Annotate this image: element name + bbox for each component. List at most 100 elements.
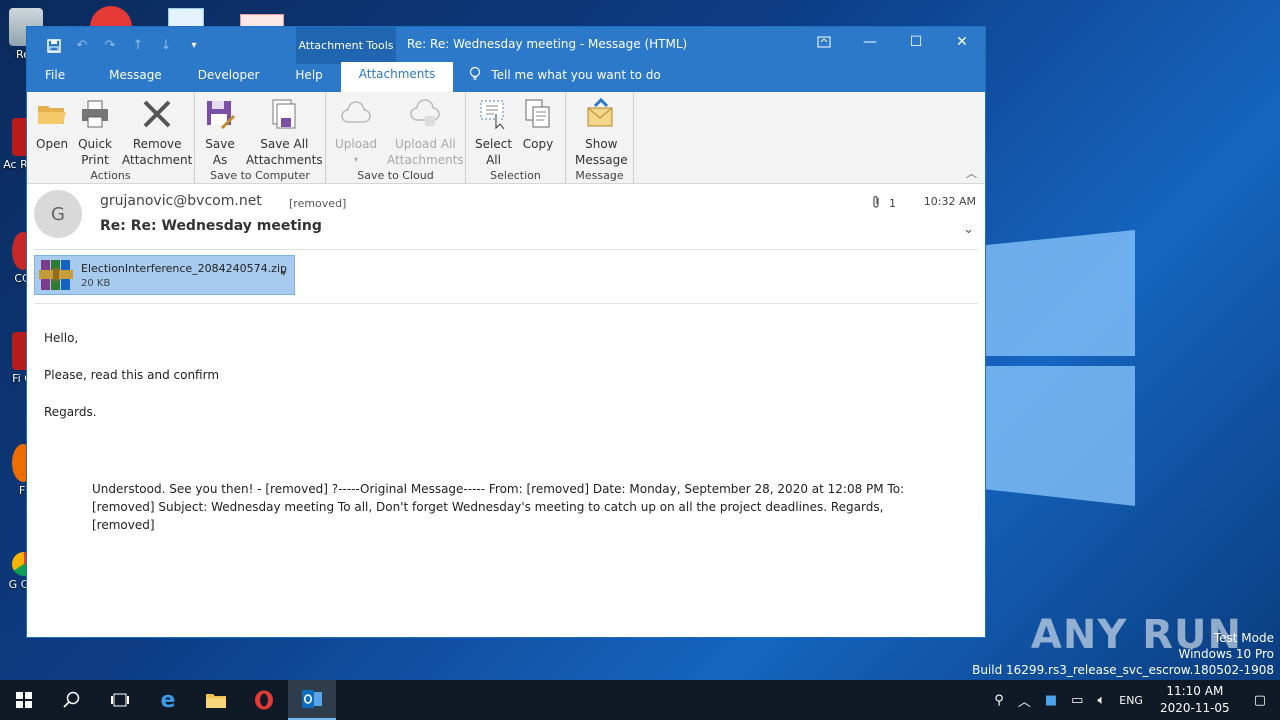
quick-print-button[interactable]: Quick Print <box>73 96 117 168</box>
opera-icon[interactable] <box>240 680 288 720</box>
clock-date: 2020-11-05 <box>1159 701 1230 715</box>
avatar: G <box>34 190 82 238</box>
cloud-upload-icon <box>340 98 372 130</box>
save-as-icon <box>204 98 236 130</box>
paperclip-icon <box>871 195 881 212</box>
open-label: Open <box>36 137 69 151</box>
ribbon-tabs: File Message Developer Help Attachments … <box>27 62 985 92</box>
show-message-icon <box>585 97 617 130</box>
save-all-attachments-button[interactable]: Save All Attachments <box>241 96 328 168</box>
maximize-button[interactable]: ☐ <box>893 27 939 57</box>
group-label-message: Message <box>575 169 624 182</box>
tab-developer[interactable]: Developer <box>180 64 278 92</box>
edge-icon[interactable]: e <box>144 680 192 720</box>
body-line: Please, read this and confirm <box>44 368 220 382</box>
group-actions: Open Quick Print Remove Attachment Actio… <box>27 92 195 183</box>
upload-label: Upload <box>335 137 378 151</box>
customize-qat-icon[interactable]: ▾ <box>185 37 203 55</box>
open-button[interactable]: Open <box>31 96 73 168</box>
windows-start-icon <box>16 692 32 708</box>
desktop-top-icon-opera[interactable] <box>90 6 132 28</box>
select-all-icon <box>478 98 510 130</box>
copy-label: Copy <box>522 137 554 151</box>
test-mode-text: Test Mode Windows 10 Pro Build 16299.rs3… <box>972 630 1274 678</box>
minimize-button[interactable]: — <box>847 27 893 57</box>
tell-me-search[interactable]: Tell me what you want to do <box>453 64 678 92</box>
action-center-icon[interactable]: ▢ <box>1240 693 1280 708</box>
upload-all-attachments-button[interactable]: Upload All Attachments <box>382 96 469 168</box>
folder-open-icon <box>36 98 68 130</box>
attachment-name: ElectionInterference_2084240574.zip <box>81 261 287 275</box>
test-mode-line: Test Mode <box>1213 631 1274 645</box>
outlook-taskbar-icon[interactable] <box>288 680 336 720</box>
ribbon-display-options-icon[interactable] <box>801 27 847 57</box>
group-label-save-to-cloud: Save to Cloud <box>357 169 434 182</box>
tab-message[interactable]: Message <box>83 64 180 92</box>
save-as-button[interactable]: Save As <box>199 96 241 168</box>
search-icon[interactable] <box>48 680 96 720</box>
body-line: Hello, <box>44 331 79 345</box>
title-bar: ↶ ↷ ↑ ↓ ▾ Attachment Tools Re: Re: Wedne… <box>27 27 985 64</box>
volume-icon[interactable]: 🔈︎ <box>1090 693 1112 708</box>
attachment-item[interactable]: ElectionInterference_2084240574.zip 20 K… <box>34 255 295 295</box>
desktop-top-icon-document[interactable] <box>168 8 204 28</box>
window-controls: — ☐ ✕ <box>801 27 985 57</box>
collapse-ribbon-icon[interactable]: ︿ <box>966 165 977 181</box>
tab-file[interactable]: File <box>27 64 83 92</box>
start-button[interactable] <box>0 680 48 720</box>
undo-icon[interactable]: ↶ <box>73 37 91 55</box>
outlook-message-window: ↶ ↷ ↑ ↓ ▾ Attachment Tools Re: Re: Wedne… <box>26 26 986 638</box>
show-message-label: Show Message <box>575 137 628 167</box>
tab-help[interactable]: Help <box>277 64 340 92</box>
task-view-icon[interactable] <box>96 680 144 720</box>
group-label-selection: Selection <box>490 169 541 182</box>
tab-attachments[interactable]: Attachments <box>340 62 454 92</box>
remove-attachment-button[interactable]: Remove Attachment <box>117 96 197 168</box>
attachment-count: 1 <box>871 195 896 212</box>
copy-button[interactable]: Copy <box>517 96 559 168</box>
windows-wallpaper-logo <box>985 210 1145 510</box>
group-save-to-cloud: Upload ▾ Upload All Attachments Save to … <box>326 92 466 183</box>
file-explorer-icon[interactable] <box>192 680 240 720</box>
group-save-to-computer: Save As Save All Attachments Save to Com… <box>195 92 326 183</box>
received-time: 10:32 AM <box>923 195 976 208</box>
copy-icon <box>522 98 554 130</box>
build-line: Build 16299.rs3_release_svc_escrow.18050… <box>972 663 1274 677</box>
recipient: [removed] <box>289 197 347 210</box>
save-as-label: Save As <box>205 137 235 167</box>
group-label-actions: Actions <box>90 169 131 182</box>
group-selection: Select All Copy Selection <box>466 92 566 183</box>
save-all-attachments-label: Save All Attachments <box>246 137 323 167</box>
windows-edition-line: Windows 10 Pro <box>1178 647 1274 661</box>
outlook-tray-icon[interactable]: ■ <box>1038 693 1064 708</box>
sender-address[interactable]: grujanovic@bvcom.net <box>100 193 262 209</box>
group-label-save-to-computer: Save to Computer <box>210 169 310 182</box>
winrar-archive-icon <box>39 258 73 292</box>
redo-icon[interactable]: ↷ <box>101 37 119 55</box>
quick-print-label: Quick Print <box>78 137 112 167</box>
attachment-dropdown-icon[interactable]: ▾ <box>281 269 286 279</box>
show-hidden-icons-chevron-icon[interactable]: ︿ <box>1011 691 1038 710</box>
remove-x-icon <box>141 98 173 130</box>
ribbon: Open Quick Print Remove Attachment Actio… <box>27 92 985 184</box>
clock-time: 11:10 AM <box>1166 684 1224 698</box>
expand-header-chevron-icon[interactable]: ⌄ <box>963 222 974 237</box>
previous-item-icon[interactable]: ↑ <box>129 37 147 55</box>
body-line: Regards. <box>44 405 97 419</box>
window-title: Re: Re: Wednesday meeting - Message (HTM… <box>407 37 688 51</box>
people-icon[interactable]: ⚲ <box>987 693 1011 708</box>
language-indicator[interactable]: ENG <box>1112 694 1150 707</box>
close-button[interactable]: ✕ <box>939 27 985 57</box>
network-icon[interactable]: ▭ <box>1064 693 1090 708</box>
upload-all-label: Upload All Attachments <box>387 137 464 167</box>
message-body: Hello, Please, read this and confirm Reg… <box>27 304 985 534</box>
upload-button[interactable]: Upload ▾ <box>330 96 382 168</box>
next-item-icon[interactable]: ↓ <box>157 37 175 55</box>
quoted-message: Understood. See you then! - [removed] ?-… <box>92 482 905 532</box>
clock[interactable]: 11:10 AM 2020-11-05 <box>1150 683 1240 717</box>
select-all-button[interactable]: Select All <box>470 96 517 168</box>
upload-dropdown-icon: ▾ <box>354 155 359 164</box>
save-all-icon <box>268 98 300 130</box>
show-message-button[interactable]: Show Message <box>570 96 633 168</box>
save-icon[interactable] <box>45 37 63 55</box>
